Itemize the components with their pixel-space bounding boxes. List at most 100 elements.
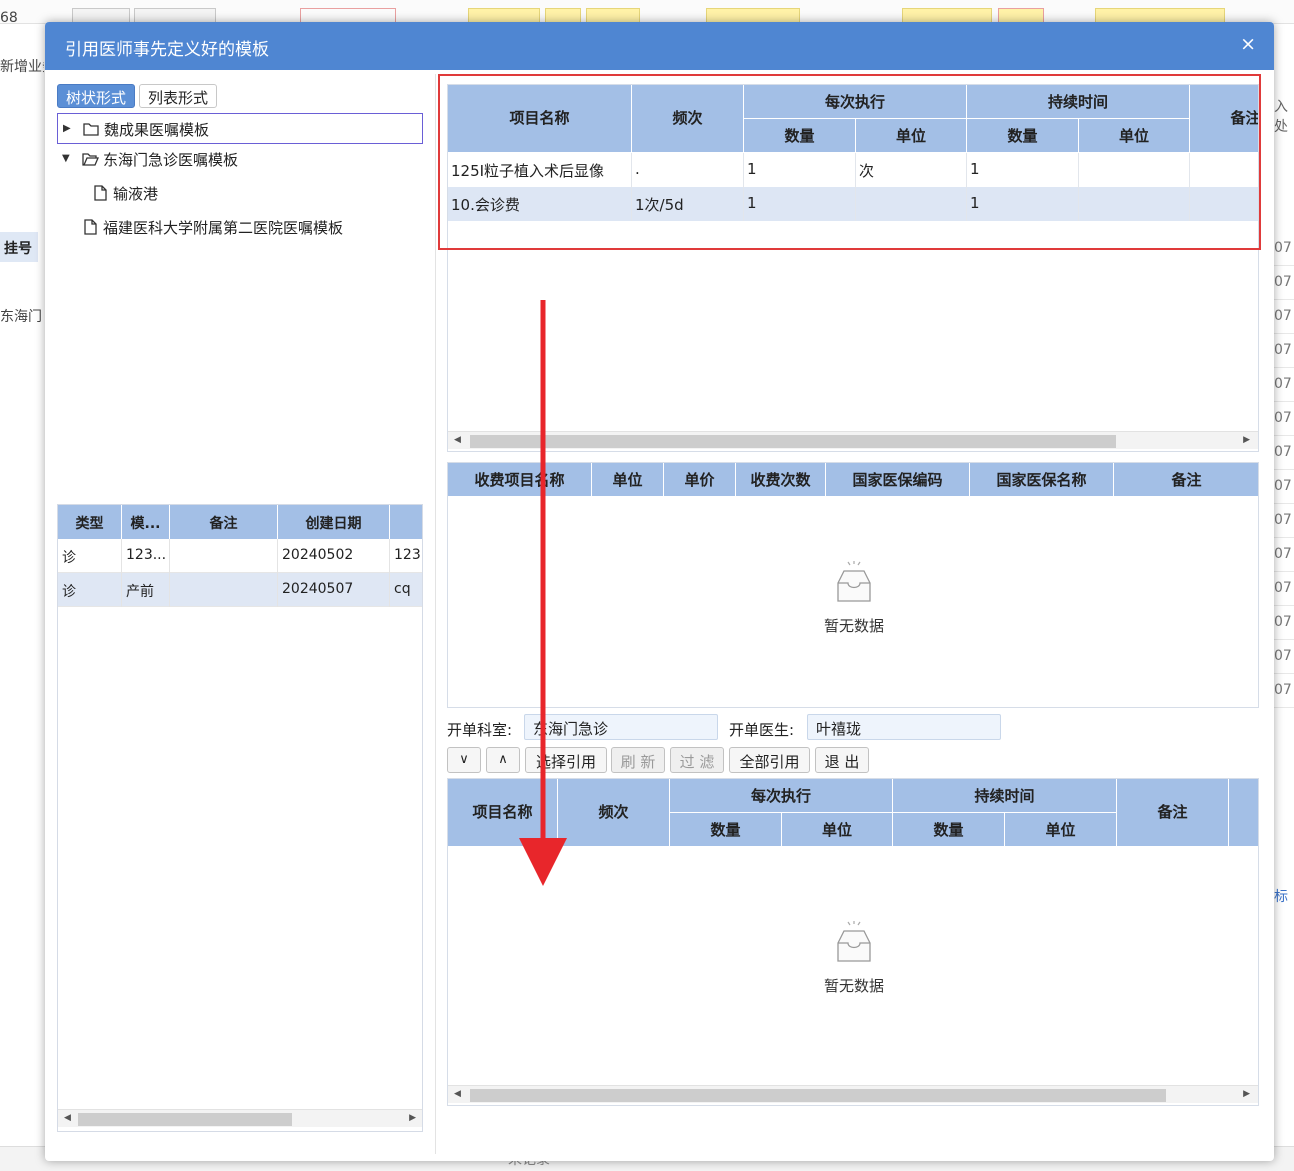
table-row[interactable]: 诊 123... 20240502 1231 xyxy=(58,539,422,573)
scroll-right-icon[interactable]: ▶ xyxy=(1243,435,1250,445)
empty-state: 暂无数据 xyxy=(794,561,914,636)
dialog-title: 引用医师事先定义好的模板 xyxy=(65,40,269,60)
column-header-charge-count[interactable]: 收费次数 xyxy=(736,463,826,497)
background-left-header: 挂号 xyxy=(0,232,38,262)
background-right-row: 07 xyxy=(1274,572,1294,606)
scroll-right-icon[interactable]: ▶ xyxy=(409,1113,416,1123)
column-group-per-exec: 每次执行 xyxy=(670,779,893,813)
column-header-charge-name[interactable]: 收费项目名称 xyxy=(448,463,592,497)
file-icon xyxy=(94,185,107,201)
selected-grid-scrollbar[interactable]: ◀ ▶ xyxy=(448,1085,1258,1103)
filter-button[interactable]: 过 滤 xyxy=(670,747,724,773)
table-cell: 1231 xyxy=(394,547,422,563)
tree-node-donghai[interactable]: ▼ 东海门急诊医嘱模板 xyxy=(57,144,423,178)
column-header-duration-qty[interactable]: 数量 xyxy=(893,813,1005,847)
column-header-extra[interactable] xyxy=(390,505,422,539)
tree-node-label: 魏成果医嘱模板 xyxy=(104,121,210,139)
template-list-header: 类型 模... 备注 创建日期 xyxy=(58,505,422,539)
table-cell: cq xyxy=(394,581,411,597)
scroll-left-icon[interactable]: ◀ xyxy=(454,1089,461,1099)
column-header-remark[interactable]: 备注 xyxy=(170,505,278,539)
doctor-label: 开单医生: xyxy=(729,721,795,739)
column-header-insurance-name[interactable]: 国家医保名称 xyxy=(970,463,1114,497)
table-row[interactable]: 诊 产前 20240507 cq xyxy=(58,573,422,607)
template-list-scrollbar[interactable]: ◀ ▶ xyxy=(58,1109,422,1127)
column-header-price[interactable]: 单价 xyxy=(664,463,736,497)
column-header-per-exec-qty[interactable]: 数量 xyxy=(670,813,782,847)
refresh-button[interactable]: 刷 新 xyxy=(611,747,665,773)
background-right-row: 07 xyxy=(1274,470,1294,504)
dept-field[interactable]: 东海门急诊 xyxy=(524,714,718,740)
table-cell: 诊 xyxy=(58,539,122,573)
tree-node-label: 东海门急诊医嘱模板 xyxy=(103,151,239,169)
background-right-row: 07 xyxy=(1274,606,1294,640)
column-header-insurance-code[interactable]: 国家医保编码 xyxy=(826,463,970,497)
scroll-right-icon[interactable]: ▶ xyxy=(1243,1089,1250,1099)
column-header-unit[interactable]: 单位 xyxy=(592,463,664,497)
table-cell: 20240502 xyxy=(278,539,390,573)
background-right-row: 07 xyxy=(1274,640,1294,674)
tab-tree-view[interactable]: 树状形式 xyxy=(57,84,136,108)
selected-grid-header: 项目名称 频次 每次执行 持续时间 备注 数量 单位 数量 单位 xyxy=(448,779,1258,847)
column-header-type[interactable]: 类型 xyxy=(58,505,122,539)
scroll-left-icon[interactable]: ◀ xyxy=(64,1113,71,1123)
background-left-cell: 东海门 xyxy=(0,309,42,325)
template-list-grid: 类型 模... 备注 创建日期 诊 123... 20240502 1231 诊… xyxy=(57,504,423,1132)
charge-grid-header: 收费项目名称 单位 单价 收费次数 国家医保编码 国家医保名称 备注 xyxy=(448,463,1258,497)
view-mode-tabs: 树状形式 列表形式 xyxy=(57,84,221,108)
background-right-row: 07 xyxy=(1274,504,1294,538)
close-icon[interactable]: × xyxy=(1240,33,1256,55)
tree-node-label: 福建医科大学附属第二医院医嘱模板 xyxy=(103,219,344,237)
background-right-row: 07 xyxy=(1274,436,1294,470)
background-right-row: 07 xyxy=(1274,300,1294,334)
column-header-item-name[interactable]: 项目名称 xyxy=(448,779,558,847)
tab-list-view[interactable]: 列表形式 xyxy=(139,84,218,108)
column-header-remark[interactable]: 备注 xyxy=(1114,463,1258,497)
select-reference-button[interactable]: 选择引用 xyxy=(525,747,607,773)
empty-state-text: 暂无数据 xyxy=(823,977,884,995)
background-right-label: 入处 xyxy=(1274,99,1288,135)
background-right-row: 07 xyxy=(1274,674,1294,708)
file-icon xyxy=(84,219,97,235)
template-tree: ▶ 魏成果医嘱模板 ▼ 东海门急诊医嘱模板 输液港 福建医科大学附属第二医院医嘱… xyxy=(57,113,423,246)
column-header-frequency[interactable]: 频次 xyxy=(558,779,670,847)
tree-node-fujian[interactable]: 福建医科大学附属第二医院医嘱模板 xyxy=(57,212,423,246)
move-up-button[interactable]: ∧ xyxy=(486,747,520,773)
dialog-header: 引用医师事先定义好的模板 × xyxy=(45,22,1274,70)
empty-inbox-icon xyxy=(837,921,871,962)
template-reference-dialog: 引用医师事先定义好的模板 × 树状形式 列表形式 ▶ 魏成果医嘱模板 ▼ 东海门急… xyxy=(45,22,1274,1161)
background-left-label: 新增业务 xyxy=(0,59,44,75)
column-header-extra xyxy=(1229,779,1258,847)
column-header-per-exec-unit[interactable]: 单位 xyxy=(782,813,893,847)
empty-inbox-icon xyxy=(837,561,871,602)
doctor-field[interactable]: 叶禧珑 xyxy=(807,714,1001,740)
background-right-row: 07 xyxy=(1274,538,1294,572)
move-down-button[interactable]: ∨ xyxy=(447,747,481,773)
charge-items-grid: 收费项目名称 单位 单价 收费次数 国家医保编码 国家医保名称 备注 暂无数据 xyxy=(447,462,1259,708)
folder-open-icon xyxy=(82,153,99,166)
background-right-row: 07 xyxy=(1274,402,1294,436)
empty-state-text: 暂无数据 xyxy=(823,617,884,635)
background-record-id: 68 xyxy=(0,10,18,26)
column-header-duration-unit[interactable]: 单位 xyxy=(1005,813,1117,847)
column-header-remark[interactable]: 备注 xyxy=(1117,779,1229,847)
scrollbar-thumb[interactable] xyxy=(470,435,1116,448)
reference-all-button[interactable]: 全部引用 xyxy=(729,747,810,773)
exit-button[interactable]: 退 出 xyxy=(815,747,869,773)
empty-state: 暂无数据 xyxy=(794,921,914,996)
column-header-template[interactable]: 模... xyxy=(122,505,170,539)
background-right-row: 07 xyxy=(1274,334,1294,368)
table-cell: 123... xyxy=(122,539,170,573)
tree-node-weichengguo[interactable]: ▶ 魏成果医嘱模板 xyxy=(57,113,423,144)
items-grid-scrollbar[interactable]: ◀ ▶ xyxy=(448,431,1258,449)
tree-node-shuyegang[interactable]: 输液港 xyxy=(57,178,423,212)
column-header-created[interactable]: 创建日期 xyxy=(278,505,390,539)
scroll-left-icon[interactable]: ◀ xyxy=(454,435,461,445)
background-right-row: 07 xyxy=(1274,232,1294,266)
background-right-link: 标 xyxy=(1274,889,1288,905)
scrollbar-thumb[interactable] xyxy=(470,1089,1166,1102)
table-cell: 20240507 xyxy=(278,573,390,607)
caret-down-icon[interactable]: ▼ xyxy=(62,153,70,164)
caret-right-icon[interactable]: ▶ xyxy=(63,123,71,134)
scrollbar-thumb[interactable] xyxy=(78,1113,292,1126)
